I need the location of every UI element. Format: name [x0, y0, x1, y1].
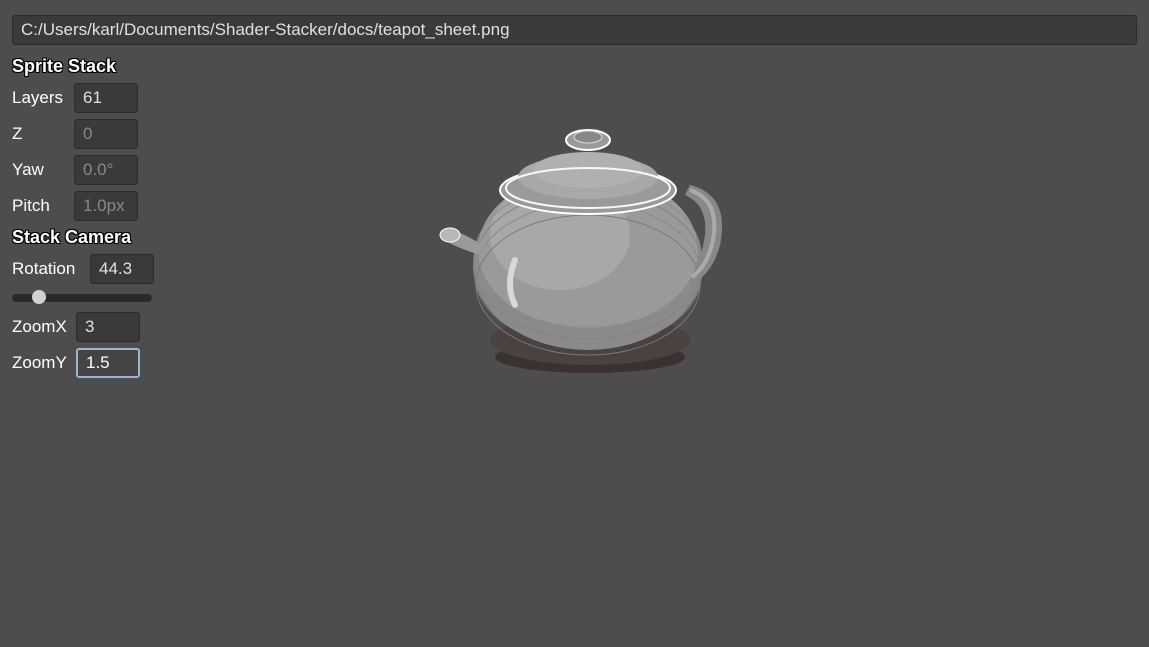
zoomy-input[interactable] [76, 348, 140, 378]
layers-label: Layers [12, 88, 68, 108]
layers-input[interactable] [74, 83, 138, 113]
pitch-input[interactable] [74, 191, 138, 221]
yaw-row: Yaw [12, 155, 154, 185]
rotation-row: Rotation [12, 254, 154, 284]
yaw-label: Yaw [12, 160, 68, 180]
controls-panel: Sprite Stack Layers Z Yaw Pitch Stack Ca… [12, 52, 154, 384]
z-label: Z [12, 124, 68, 144]
file-path-text: C:/Users/karl/Documents/Shader-Stacker/d… [21, 20, 510, 40]
rotation-label: Rotation [12, 259, 84, 279]
layers-row: Layers [12, 83, 154, 113]
preview-viewport [420, 85, 740, 385]
sprite-stack-title: Sprite Stack [12, 56, 154, 77]
z-row: Z [12, 119, 154, 149]
zoomy-label: ZoomY [12, 353, 70, 373]
pitch-row: Pitch [12, 191, 154, 221]
teapot-render [420, 85, 740, 385]
file-path-bar[interactable]: C:/Users/karl/Documents/Shader-Stacker/d… [12, 15, 1137, 45]
rotation-slider[interactable] [12, 290, 152, 304]
yaw-input[interactable] [74, 155, 138, 185]
zoomx-row: ZoomX [12, 312, 154, 342]
stack-camera-title: Stack Camera [12, 227, 154, 248]
zoomy-row: ZoomY [12, 348, 154, 378]
pitch-label: Pitch [12, 196, 68, 216]
z-input[interactable] [74, 119, 138, 149]
rotation-input[interactable] [90, 254, 154, 284]
zoomx-input[interactable] [76, 312, 140, 342]
zoomx-label: ZoomX [12, 317, 70, 337]
